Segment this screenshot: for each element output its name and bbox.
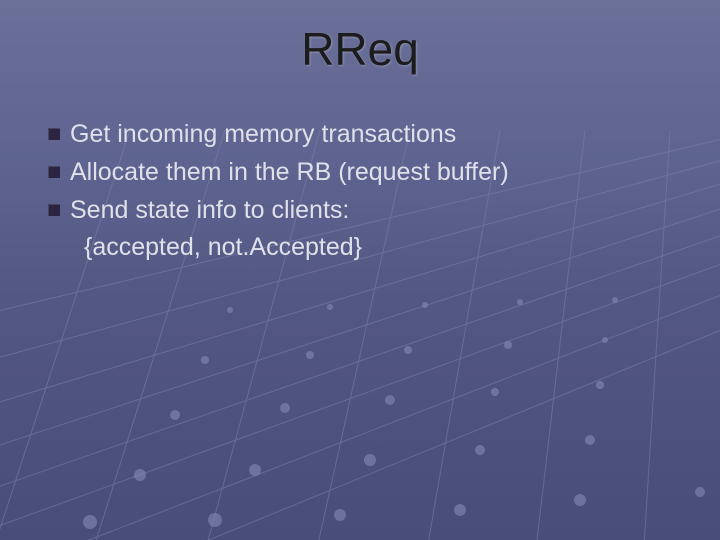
list-item: Allocate them in the RB (request buffer) (48, 156, 680, 190)
slide-body: Get incoming memory transactions Allocat… (48, 118, 680, 265)
slide: RReq Get incoming memory transactions Al… (0, 0, 720, 540)
background-grid (0, 0, 720, 540)
list-item: Get incoming memory transactions (48, 118, 680, 152)
bullet-text: Send state info to clients: (70, 194, 349, 228)
bullet-icon (48, 204, 60, 216)
slide-title: RReq (0, 22, 720, 76)
bullet-icon (48, 166, 60, 178)
sub-line: {accepted, not.Accepted} (84, 231, 680, 265)
bullet-icon (48, 128, 60, 140)
bullet-text: Allocate them in the RB (request buffer) (70, 156, 509, 190)
list-item: Send state info to clients: (48, 194, 680, 228)
bullet-text: Get incoming memory transactions (70, 118, 456, 152)
